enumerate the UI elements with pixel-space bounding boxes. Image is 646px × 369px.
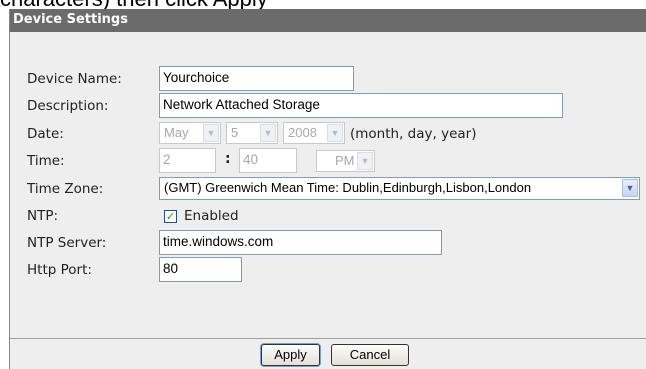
ampm-select[interactable]: PM ▼ [316,150,375,172]
chevron-down-icon: ▼ [357,152,373,170]
chevron-down-icon: ▼ [622,179,638,197]
year-select[interactable]: 2008 ▼ [283,122,345,144]
year-value: 2008 [288,125,317,140]
hour-input[interactable]: 2 [159,148,216,173]
date-label: Date: [27,126,64,142]
apply-button[interactable]: Apply [261,344,320,366]
device-settings-panel: Device Settings Device Name: Yourchoice … [9,9,646,369]
ntp-label: NTP: [27,208,59,224]
device-name-label: Device Name: [27,71,122,87]
month-select[interactable]: May ▼ [159,122,221,144]
panel-title-bar: Device Settings [10,9,646,32]
chevron-down-icon: ▼ [203,124,219,142]
ntp-server-input[interactable]: time.windows.com [159,230,442,255]
ntp-enabled-checkbox[interactable]: ✓ [164,210,177,223]
chevron-down-icon: ▼ [260,124,276,142]
day-value: 5 [231,125,239,140]
http-port-input[interactable]: 80 [159,257,242,282]
description-label: Description: [27,98,109,114]
time-label: Time: [27,153,65,169]
time-zone-select[interactable]: (GMT) Greenwich Mean Time: Dublin,Edinbu… [159,177,640,200]
http-port-label: Http Port: [27,262,92,278]
footer-divider [10,338,646,339]
ntp-enabled-label: Enabled [184,208,239,224]
time-separator: : [225,151,231,167]
cancel-button[interactable]: Cancel [331,344,409,366]
device-name-input[interactable]: Yourchoice [159,66,354,91]
day-select[interactable]: 5 ▼ [226,122,278,144]
ampm-value: PM [335,153,355,168]
check-icon: ✓ [165,210,176,223]
panel-title: Device Settings [13,12,128,27]
chevron-down-icon: ▼ [327,124,343,142]
time-zone-value: (GMT) Greenwich Mean Time: Dublin,Edinbu… [164,180,532,195]
minute-input[interactable]: 40 [239,148,297,173]
description-input[interactable]: Network Attached Storage [159,93,563,118]
ntp-server-label: NTP Server: [27,235,107,251]
date-format-hint: (month, day, year) [350,126,477,142]
time-zone-label: Time Zone: [27,181,104,197]
month-value: May [164,125,189,140]
